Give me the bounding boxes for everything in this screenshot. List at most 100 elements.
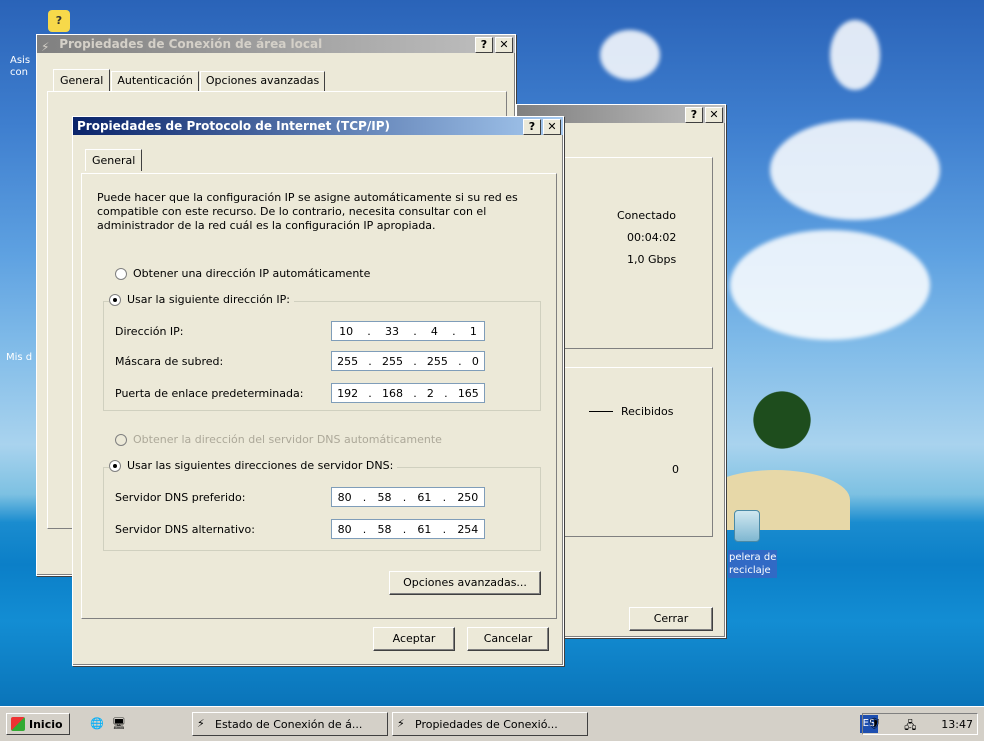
network-icon: ⚡ [197, 717, 205, 730]
cancel-button[interactable]: Cancelar [467, 627, 549, 651]
start-label: Inicio [29, 717, 63, 731]
radio-auto-ip-circle [115, 267, 127, 280]
dns1-octet: 250 [457, 490, 479, 504]
alternate-dns-field[interactable]: 80. 58. 61. 254 [331, 519, 485, 539]
radio-auto-ip[interactable]: Obtener una dirección IP automáticamente [115, 267, 370, 280]
radio-auto-ip-label: Obtener una dirección IP automáticamente [133, 267, 371, 280]
subnet-mask-field[interactable]: 255. 255. 255. 0 [331, 351, 485, 371]
gateway-octet: 165 [457, 386, 479, 400]
show-desktop-icon[interactable]: 🖥 [112, 717, 126, 731]
divider [589, 411, 613, 412]
security-shield-icon[interactable]: 🛡 [867, 717, 881, 731]
system-tray: 🛡 🖧 13:47 [862, 713, 978, 735]
desktop-label-asis: Asis [10, 55, 31, 66]
radio-use-dns[interactable]: Usar las siguientes direcciones de servi… [109, 459, 398, 472]
radio-use-dns-circle [109, 459, 121, 472]
tab-autenticacion[interactable]: Autenticación [111, 71, 199, 91]
recycle-bin-label-line1: pelera de [729, 552, 777, 563]
internet-explorer-icon[interactable]: 🌐 [90, 717, 104, 731]
alternate-dns-label: Servidor DNS alternativo: [115, 523, 255, 536]
tcpip-title: Propiedades de Protocolo de Internet (TC… [77, 119, 390, 133]
tab-general[interactable]: General [53, 69, 111, 91]
gateway-label: Puerta de enlace predeterminada: [115, 387, 304, 400]
clock: 13:47 [941, 717, 973, 731]
ip-octet: 33 [385, 324, 399, 338]
help-icon[interactable]: ? [48, 10, 70, 32]
mask-octet: 255 [337, 354, 359, 368]
close-button[interactable]: ✕ [495, 37, 513, 53]
subnet-mask-label: Máscara de subred: [115, 355, 224, 368]
gateway-octet: 192 [337, 386, 359, 400]
ip-address-field[interactable]: 10. 33. 4. 1 [331, 321, 485, 341]
gateway-octet: 2 [426, 386, 434, 400]
task-lan-label: Propiedades de Conexió... [415, 717, 558, 731]
recycle-bin-label-line2: reciclaje [729, 565, 771, 576]
radio-use-dns-label: Usar las siguientes direcciones de servi… [127, 459, 394, 472]
dns1-octet: 80 [337, 490, 352, 504]
network-tray-icon[interactable]: 🖧 [904, 717, 918, 732]
dns2-octet: 61 [417, 522, 432, 536]
radio-use-ip[interactable]: Usar la siguiente dirección IP: [109, 293, 294, 306]
radio-use-ip-circle [109, 293, 121, 306]
recycle-bin-label[interactable]: pelera de reciclaje [728, 550, 778, 578]
ip-address-label: Dirección IP: [115, 325, 184, 338]
close-button[interactable]: ✕ [543, 119, 561, 135]
ip-octet: 4 [430, 324, 438, 338]
connection-speed: 1,0 Gbps [627, 253, 677, 266]
ip-octet: 10 [339, 324, 354, 338]
desktop-label-con: con [10, 67, 28, 78]
dns2-octet: 80 [337, 522, 352, 536]
network-icon: ⚡ [41, 39, 50, 54]
mask-octet: 255 [426, 354, 448, 368]
radio-auto-dns-circle [115, 433, 127, 446]
windows-logo-icon [11, 717, 25, 731]
dns1-octet: 58 [377, 490, 392, 504]
help-button[interactable]: ? [523, 119, 541, 135]
task-lan-properties[interactable]: ⚡ Propiedades de Conexió... [392, 712, 588, 736]
taskbar: Inicio 🌐 🖥 ⚡ Estado de Conexión de á... … [0, 706, 984, 741]
cloud [830, 20, 880, 90]
radio-auto-dns[interactable]: Obtener la dirección del servidor DNS au… [115, 433, 442, 446]
gateway-field[interactable]: 192. 168. 2. 165 [331, 383, 485, 403]
ip-octet: 1 [469, 324, 477, 338]
tcpip-tabs: General [85, 149, 143, 171]
palm-tree [742, 390, 822, 490]
received-value: 0 [672, 463, 679, 476]
lan-properties-title: Propiedades de Conexión de área local [59, 37, 323, 51]
recycle-bin-icon[interactable] [732, 510, 762, 546]
tab-general[interactable]: General [85, 149, 143, 171]
cloud [600, 30, 660, 80]
desktop-label-mis: Mis d [6, 352, 33, 363]
task-status-label: Estado de Conexión de á... [215, 717, 363, 731]
close-status-button[interactable]: Cerrar [629, 607, 713, 631]
lan-tabs: General Autenticación Opciones avanzadas [53, 69, 326, 91]
connection-duration: 00:04:02 [627, 231, 677, 244]
dns2-octet: 58 [377, 522, 392, 536]
mask-octet: 255 [382, 354, 403, 368]
help-button[interactable]: ? [685, 107, 703, 123]
cloud [730, 230, 930, 340]
help-button[interactable]: ? [475, 37, 493, 53]
connection-state: Conectado [617, 209, 676, 222]
dns1-octet: 61 [417, 490, 432, 504]
dns2-octet: 254 [457, 522, 479, 536]
preferred-dns-field[interactable]: 80. 58. 61. 250 [331, 487, 485, 507]
network-icon: ⚡ [397, 717, 405, 730]
gateway-octet: 168 [382, 386, 403, 400]
advanced-options-button[interactable]: Opciones avanzadas... [389, 571, 541, 595]
preferred-dns-label: Servidor DNS preferido: [115, 491, 246, 504]
tcpip-titlebar[interactable]: Propiedades de Protocolo de Internet (TC… [73, 117, 563, 135]
mask-octet: 0 [471, 354, 479, 368]
received-label: Recibidos [621, 405, 674, 418]
radio-auto-dns-label: Obtener la dirección del servidor DNS au… [133, 433, 442, 446]
intro-text: Puede hacer que la configuración IP se a… [97, 191, 518, 232]
ok-button[interactable]: Aceptar [373, 627, 455, 651]
lan-properties-titlebar[interactable]: ⚡ Propiedades de Conexión de área local … [37, 35, 515, 54]
close-button[interactable]: ✕ [705, 107, 723, 123]
start-button[interactable]: Inicio [6, 713, 70, 735]
radio-use-ip-label: Usar la siguiente dirección IP: [127, 293, 290, 306]
cloud [770, 120, 940, 220]
tcpip-properties-window: Propiedades de Protocolo de Internet (TC… [72, 116, 564, 666]
tab-opciones-avanzadas[interactable]: Opciones avanzadas [199, 71, 326, 91]
task-status-window[interactable]: ⚡ Estado de Conexión de á... [192, 712, 388, 736]
